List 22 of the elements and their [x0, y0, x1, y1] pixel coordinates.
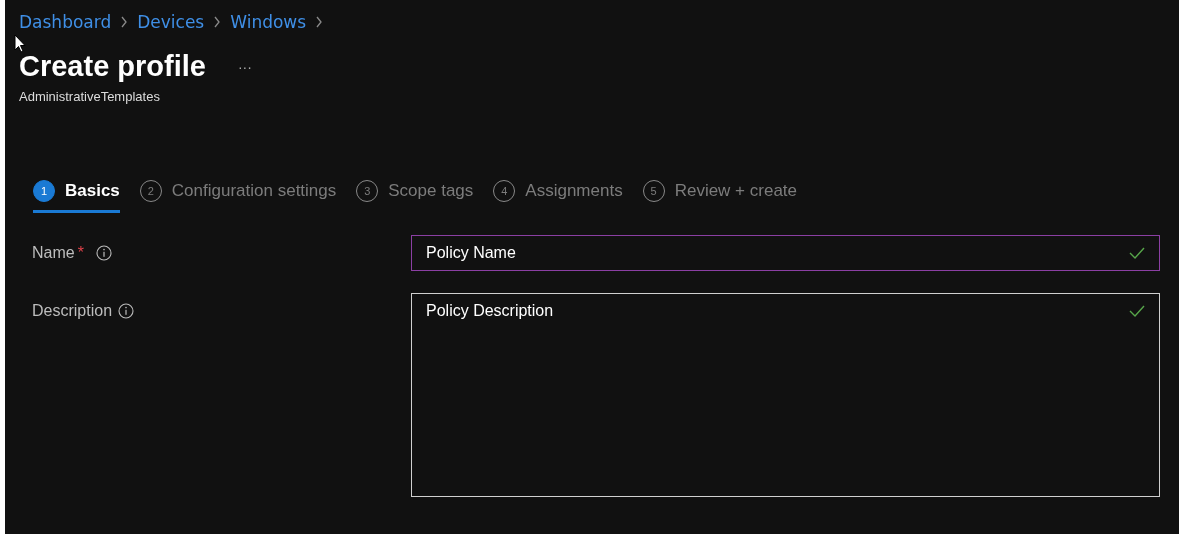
- text-field[interactable]: Policy Description: [411, 293, 1160, 497]
- page-title: Create profile: [19, 50, 206, 83]
- wizard-step-tab[interactable]: 4 Assignments: [493, 180, 623, 213]
- chevron-icon: [120, 16, 129, 28]
- cursor-icon: [14, 34, 26, 54]
- wizard-step-tab[interactable]: 3 Scope tags: [356, 180, 474, 213]
- field-label: Description: [32, 302, 113, 320]
- wizard-step-tab[interactable]: 1 Basics: [33, 180, 120, 213]
- field-label: Name: [32, 244, 75, 262]
- more-button[interactable]: ···: [233, 58, 256, 75]
- info-icon[interactable]: [118, 303, 135, 319]
- required-mark: *: [77, 244, 84, 262]
- page-subtitle: AdministrativeTemplates: [19, 89, 161, 104]
- chevron-icon: [315, 16, 324, 28]
- chevron-icon: [213, 16, 222, 28]
- wizard-step-tab[interactable]: 2 Configuration settings: [139, 180, 337, 213]
- info-icon[interactable]: [95, 245, 112, 261]
- wizard-step-tab[interactable]: 5 Review + create: [642, 180, 798, 213]
- breadcrumb-link[interactable]: Dashboard: [19, 12, 112, 32]
- text-field[interactable]: Policy Name: [411, 235, 1160, 271]
- breadcrumb-link[interactable]: Windows: [230, 12, 307, 32]
- breadcrumb-link[interactable]: Devices: [137, 12, 205, 32]
